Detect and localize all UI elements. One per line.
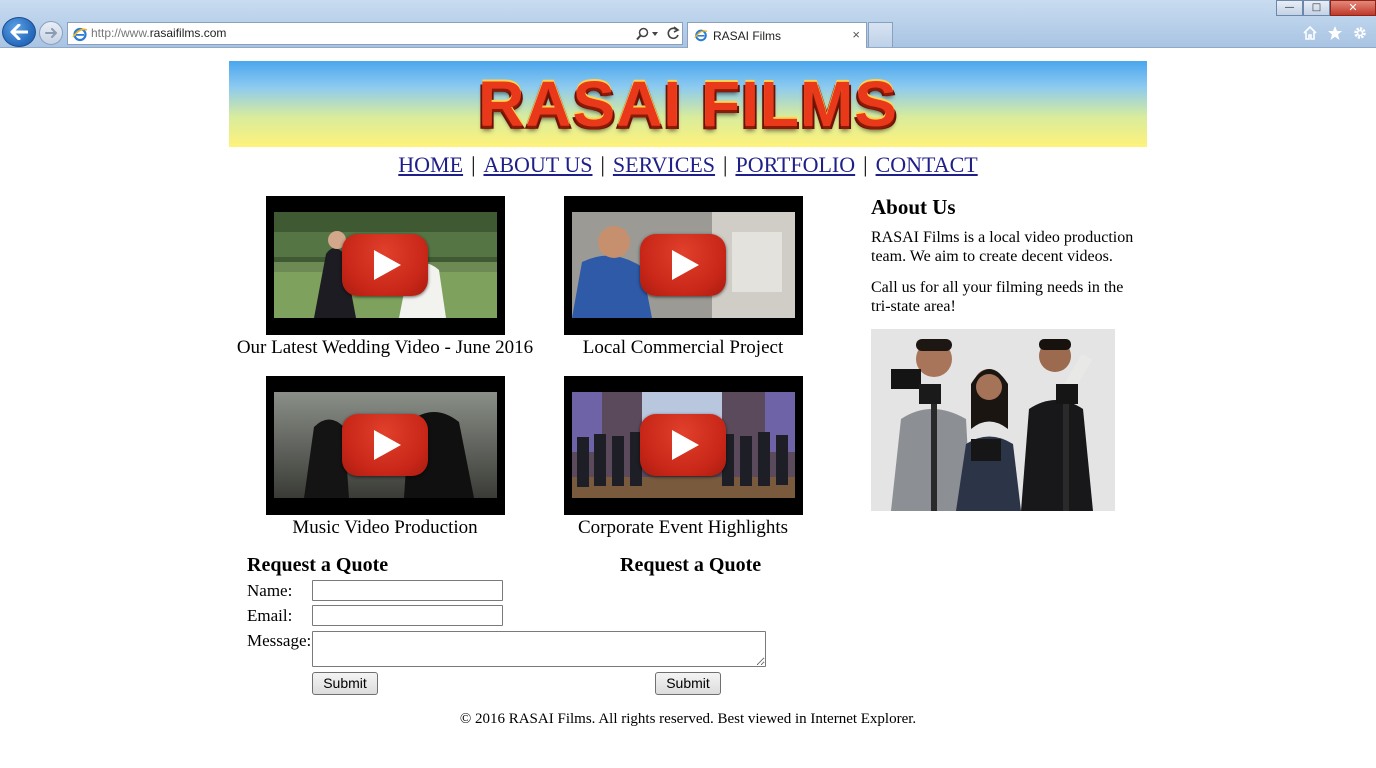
about-heading: About Us bbox=[871, 195, 956, 219]
back-button[interactable] bbox=[2, 17, 36, 47]
nav-separator: | bbox=[723, 152, 728, 177]
team-photo bbox=[871, 329, 1115, 511]
home-icon[interactable] bbox=[1302, 25, 1318, 41]
browser-chrome: http://www.rasaifilms.com RASAI Films × … bbox=[0, 0, 1376, 48]
new-tab-button[interactable] bbox=[868, 22, 893, 47]
about-call-to-action: Call us for all your filming needs in th… bbox=[871, 279, 1124, 315]
video-caption: Music Video Production bbox=[292, 517, 478, 538]
email-field[interactable] bbox=[312, 605, 503, 626]
tab-rasai-films[interactable]: RASAI Films × bbox=[687, 22, 867, 48]
url-domain: rasaifilms.com bbox=[149, 26, 227, 40]
submit-button-right[interactable]: Submit bbox=[655, 672, 721, 695]
search-icon[interactable] bbox=[636, 27, 649, 41]
video-caption: Corporate Event Highlights bbox=[577, 517, 789, 538]
star-icon[interactable] bbox=[1327, 25, 1343, 41]
nav-services[interactable]: SERVICES bbox=[613, 152, 715, 177]
message-field[interactable] bbox=[312, 631, 766, 667]
nav-about-us[interactable]: ABOUT US bbox=[483, 152, 592, 177]
about-description: RASAI Films is a local video production … bbox=[871, 229, 1134, 265]
play-button-icon[interactable] bbox=[342, 234, 428, 296]
minimize-button[interactable]: — bbox=[1276, 0, 1303, 16]
search-dropdown-icon[interactable] bbox=[652, 32, 658, 36]
ie-icon bbox=[72, 27, 88, 42]
url-prefix: http://www. bbox=[91, 26, 150, 40]
video-commercial[interactable] bbox=[564, 196, 803, 335]
nav-portfolio[interactable]: PORTFOLIO bbox=[735, 152, 855, 177]
play-button-icon[interactable] bbox=[640, 234, 726, 296]
nav-home[interactable]: HOME bbox=[398, 152, 463, 177]
site-nav: HOME | ABOUT US | SERVICES | PORTFOLIO | CONTACT bbox=[229, 152, 1147, 178]
quote-heading-left: Request a Quote bbox=[247, 554, 389, 576]
forward-button[interactable] bbox=[39, 21, 63, 45]
submit-button-left[interactable]: Submit bbox=[312, 672, 378, 695]
footer-text: © 2016 RASAI Films. All rights reserved.… bbox=[459, 711, 917, 727]
tab-close-icon[interactable]: × bbox=[852, 27, 860, 42]
close-icon: ✕ bbox=[1348, 0, 1358, 14]
maximize-button[interactable]: □ bbox=[1303, 0, 1330, 16]
play-button-icon[interactable] bbox=[342, 414, 428, 476]
window-controls: — □ ✕ bbox=[1276, 0, 1376, 16]
video-music[interactable] bbox=[266, 376, 505, 515]
play-button-icon[interactable] bbox=[640, 414, 726, 476]
quote-heading-right: Request a Quote bbox=[620, 554, 762, 576]
video-wedding[interactable] bbox=[266, 196, 505, 335]
name-label: Name: bbox=[247, 581, 293, 600]
video-caption: Our Latest Wedding Video - June 2016 bbox=[236, 337, 534, 358]
close-button[interactable]: ✕ bbox=[1330, 0, 1376, 16]
site-banner: RASAI FILMS bbox=[229, 61, 1147, 147]
nav-contact[interactable]: CONTACT bbox=[876, 152, 978, 177]
video-corporate[interactable] bbox=[564, 376, 803, 515]
address-url[interactable]: http://www.rasaifilms.com bbox=[91, 26, 226, 40]
maximize-icon: □ bbox=[1311, 1, 1322, 13]
back-icon bbox=[10, 24, 28, 40]
email-label: Email: bbox=[247, 606, 293, 625]
video-caption: Local Commercial Project bbox=[582, 337, 784, 358]
forward-icon bbox=[45, 28, 57, 38]
minimize-icon: — bbox=[1284, 1, 1295, 13]
ie-icon bbox=[694, 29, 708, 42]
nav-separator: | bbox=[600, 152, 605, 177]
tab-title: RASAI Films bbox=[713, 29, 782, 43]
team-photo-image bbox=[871, 329, 1115, 511]
name-field[interactable] bbox=[312, 580, 503, 601]
message-label: Message: bbox=[247, 631, 312, 650]
nav-separator: | bbox=[471, 152, 476, 177]
refresh-icon[interactable] bbox=[666, 26, 680, 41]
gear-icon[interactable] bbox=[1352, 25, 1368, 41]
banner-title: RASAI FILMS bbox=[478, 68, 898, 140]
address-bar[interactable]: http://www.rasaifilms.com bbox=[67, 22, 683, 45]
nav-separator: | bbox=[863, 152, 868, 177]
toolbar-icons bbox=[1302, 25, 1368, 41]
